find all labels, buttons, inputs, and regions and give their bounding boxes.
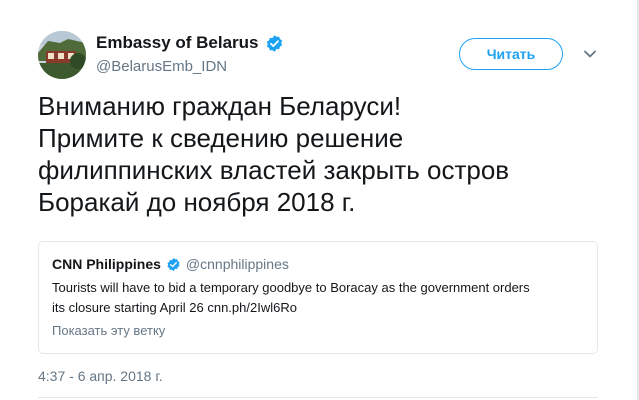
tweet-line: Примите к сведению решение: [38, 123, 404, 153]
author-handle[interactable]: @BelarusEmb_IDN: [96, 58, 227, 75]
author-name-text: Embassy of Belarus: [96, 33, 259, 52]
quoted-tweet-header: CNN Philippines @cnnphilippines: [52, 256, 289, 272]
quoted-tweet-card[interactable]: CNN Philippines @cnnphilippines Tourists…: [38, 241, 598, 354]
tweet-line: филиппинских властей закрыть остров: [38, 155, 510, 185]
quoted-author-handle: @cnnphilippines: [185, 256, 289, 272]
avatar-image: [38, 31, 86, 79]
tweet-timestamp[interactable]: 4:37 - 6 апр. 2018 г.: [38, 368, 163, 384]
chevron-down-icon[interactable]: [583, 47, 597, 61]
follow-button[interactable]: Читать: [459, 38, 563, 70]
divider: [38, 397, 598, 398]
tweet-text: Вниманию граждан Беларуси! Примите к све…: [38, 90, 578, 218]
tweet-line: Боракай до ноября 2018 г.: [38, 187, 356, 217]
quoted-tweet-line: Tourists will have to bid a temporary go…: [52, 280, 530, 295]
avatar[interactable]: [38, 31, 86, 79]
show-thread-link[interactable]: Показать эту ветку: [52, 323, 165, 338]
verified-badge-icon: [266, 34, 282, 52]
quoted-tweet-text: Tourists will have to bid a temporary go…: [52, 278, 586, 318]
verified-badge-icon: [167, 257, 180, 271]
quoted-author-name: CNN Philippines: [52, 256, 161, 272]
author-name[interactable]: Embassy of Belarus: [96, 33, 284, 53]
quoted-tweet-line: its closure starting April 26 cnn.ph/2Iw…: [52, 300, 297, 315]
tweet-line: Вниманию граждан Беларуси!: [38, 91, 402, 121]
